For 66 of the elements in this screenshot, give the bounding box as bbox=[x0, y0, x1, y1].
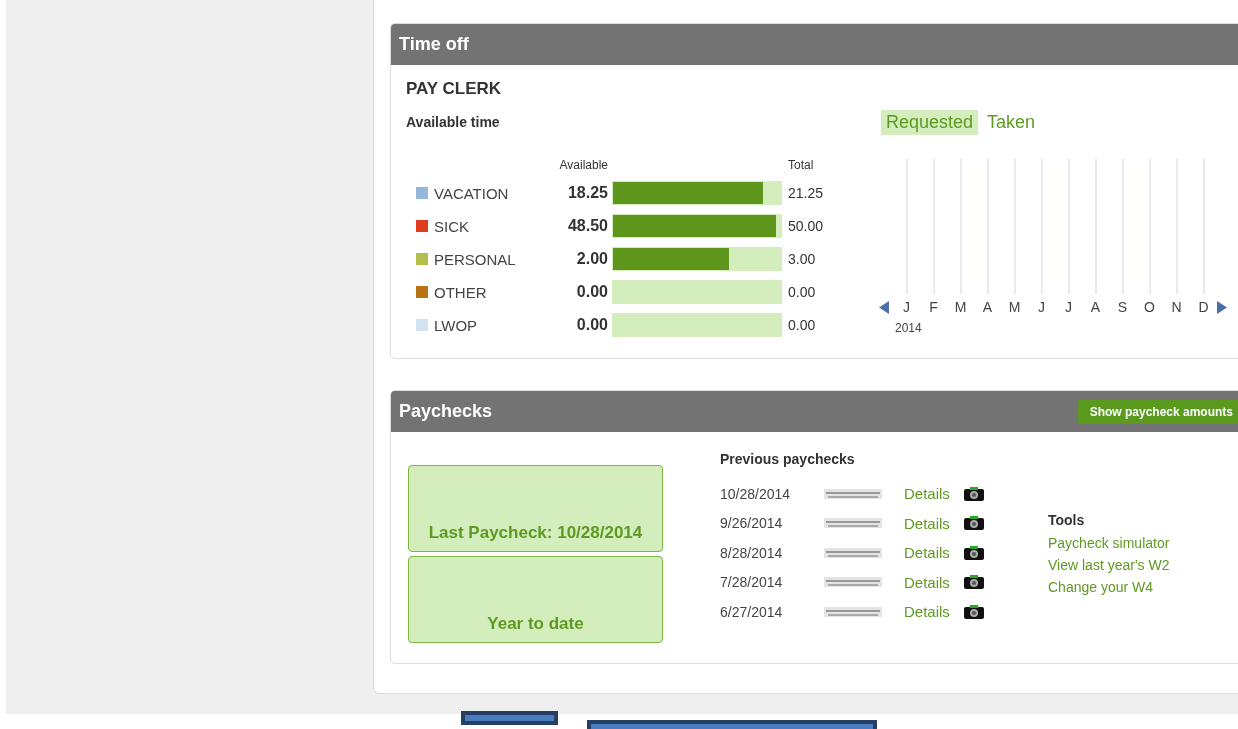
month-label: A bbox=[1089, 299, 1102, 315]
details-link[interactable]: Details bbox=[904, 514, 950, 532]
tool-link[interactable]: Paycheck simulator bbox=[1048, 532, 1170, 554]
redacted-amount-drawing bbox=[824, 487, 882, 500]
total-value: 0.00 bbox=[787, 317, 817, 333]
next-arrow-icon[interactable] bbox=[1217, 300, 1227, 314]
available-value: 0.00 bbox=[575, 283, 609, 301]
details-link[interactable]: Details bbox=[904, 485, 950, 503]
month-label: A bbox=[981, 299, 994, 315]
paycheck-date: 9/26/2014 bbox=[720, 515, 784, 532]
redacted-amount-drawing bbox=[824, 546, 882, 559]
available-value: 48.50 bbox=[566, 217, 609, 235]
category-label: PERSONAL bbox=[434, 250, 516, 268]
chart-tab[interactable]: Requested bbox=[881, 110, 979, 135]
paycheck-date: 8/28/2014 bbox=[720, 544, 784, 561]
column-header: Total bbox=[787, 158, 815, 172]
year-label: 2014 bbox=[895, 321, 923, 335]
column-header: Available bbox=[558, 158, 609, 172]
show-amounts-button[interactable]: Show paycheck amounts bbox=[1077, 399, 1238, 424]
total-value: 0.00 bbox=[787, 284, 817, 300]
available-value: 18.25 bbox=[566, 184, 609, 202]
tool-link[interactable]: Change your W4 bbox=[1048, 576, 1170, 598]
employee-title: PAY CLERK bbox=[406, 79, 503, 99]
month-label: M bbox=[1007, 299, 1022, 315]
redacted-amount-drawing bbox=[824, 517, 882, 530]
month-label: M bbox=[953, 299, 968, 315]
card-title: Time off bbox=[399, 34, 469, 55]
redacted-amount-drawing bbox=[824, 576, 882, 589]
camera-icon[interactable] bbox=[962, 603, 985, 620]
available-value: 0.00 bbox=[575, 316, 609, 334]
details-link[interactable]: Details bbox=[904, 544, 950, 562]
total-value: 50.00 bbox=[787, 218, 825, 234]
paycheck-date: 10/28/2014 bbox=[720, 485, 792, 502]
section-title: Available time bbox=[406, 114, 501, 130]
camera-icon[interactable] bbox=[962, 485, 985, 502]
category-label: OTHER bbox=[434, 283, 487, 301]
month-label: D bbox=[1197, 299, 1210, 315]
paycheck-date: 6/27/2014 bbox=[720, 603, 784, 620]
redacted-amount-drawing bbox=[824, 605, 882, 618]
camera-icon[interactable] bbox=[962, 515, 985, 532]
chart-tab[interactable]: Taken bbox=[982, 110, 1041, 135]
month-label: F bbox=[928, 299, 939, 315]
month-label: J bbox=[1037, 299, 1046, 315]
details-link[interactable]: Details bbox=[904, 603, 950, 621]
paycheck-date: 7/28/2014 bbox=[720, 574, 784, 591]
tool-link[interactable]: View last year's W2 bbox=[1048, 554, 1170, 576]
month-label: N bbox=[1170, 299, 1183, 315]
previous-arrow-icon[interactable] bbox=[879, 300, 889, 314]
category-label: VACATION bbox=[434, 184, 509, 202]
month-label: O bbox=[1143, 299, 1156, 315]
month-label: J bbox=[902, 299, 911, 315]
total-value: 21.25 bbox=[787, 185, 825, 201]
card-title: Paychecks bbox=[399, 401, 493, 422]
summary-tile[interactable]: Last Paycheck: 10/28/2014 bbox=[408, 465, 663, 552]
tools-title: Tools bbox=[1048, 512, 1086, 528]
category-label: SICK bbox=[434, 217, 469, 235]
section-title: Previous paychecks bbox=[720, 451, 856, 467]
summary-tile[interactable]: Year to date bbox=[408, 556, 663, 643]
month-label: J bbox=[1064, 299, 1073, 315]
camera-icon[interactable] bbox=[962, 544, 985, 561]
available-value: 2.00 bbox=[575, 250, 609, 268]
total-value: 3.00 bbox=[787, 251, 817, 267]
month-label: S bbox=[1116, 299, 1129, 315]
details-link[interactable]: Details bbox=[904, 573, 950, 591]
camera-icon[interactable] bbox=[962, 574, 985, 591]
category-label: LWOP bbox=[434, 316, 478, 334]
